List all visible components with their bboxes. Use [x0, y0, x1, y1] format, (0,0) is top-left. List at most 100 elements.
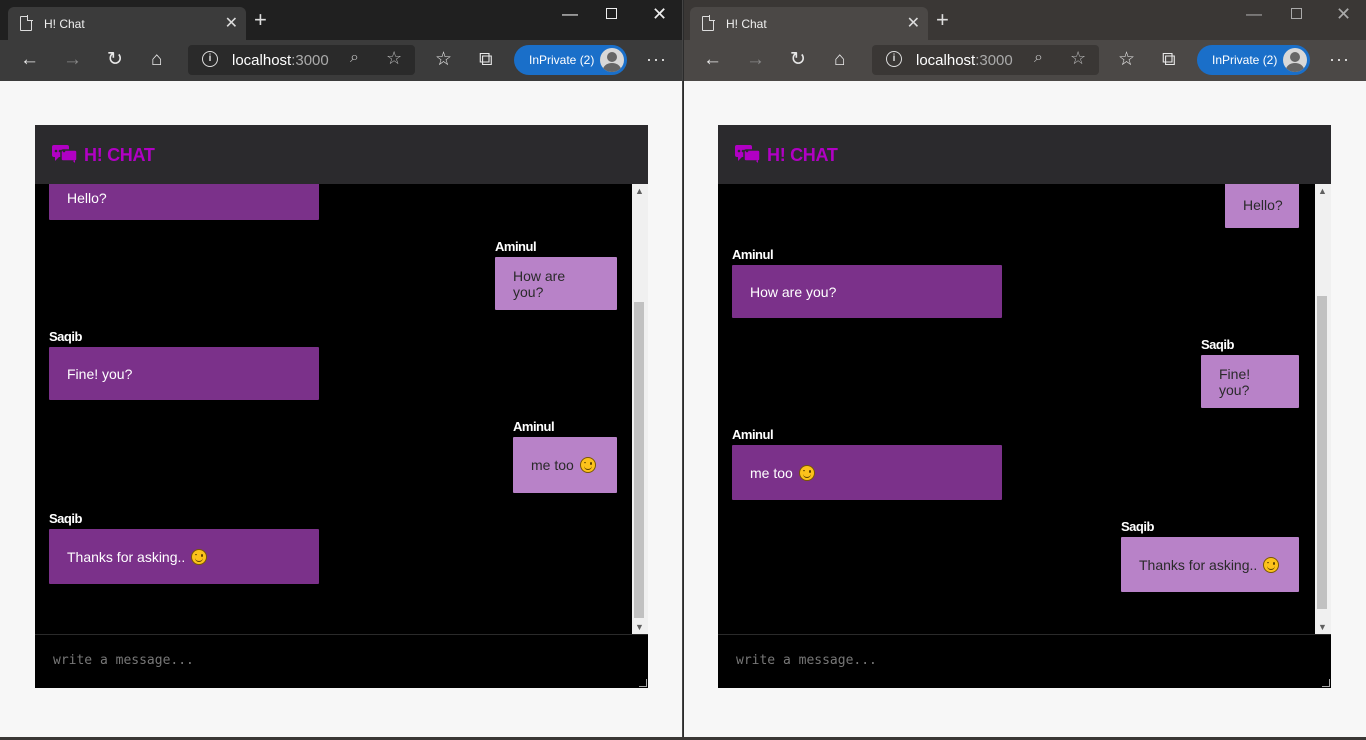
message-text: Fine! you?	[1219, 365, 1251, 398]
message-sender: Aminul	[513, 419, 555, 434]
message-sender: Saqib	[1121, 519, 1154, 534]
message-item: Aminul me too	[513, 419, 617, 493]
message-sender: Aminul	[495, 239, 537, 254]
message-item: Saqib Fine! you?	[1201, 337, 1299, 408]
refresh-icon[interactable]: ↻	[107, 49, 123, 71]
favorite-star-icon[interactable]: ☆	[1070, 48, 1086, 69]
resize-handle-icon[interactable]	[639, 679, 647, 687]
message-item: Aminul How are you?	[732, 247, 1002, 318]
resize-handle-icon[interactable]	[1322, 679, 1330, 687]
zoom-icon[interactable]: ⌕	[1034, 49, 1043, 67]
message-text: How are you?	[513, 267, 566, 300]
inprivate-label: InPrivate (2)	[529, 53, 595, 67]
scroll-up-arrow-icon[interactable]: ▲	[635, 186, 644, 196]
page-viewport: H! CHAT Hello? Aminul How are you? Saqib	[0, 81, 682, 740]
message-list[interactable]: Hello? Aminul How are you? Saqib Fine! y…	[35, 184, 648, 634]
info-icon[interactable]: i	[886, 51, 902, 67]
title-bar: H! Chat ✕ + — ✕	[684, 0, 1366, 40]
new-tab-button[interactable]: +	[936, 9, 949, 31]
message-bubble: How are you?	[732, 265, 1002, 318]
maximize-button[interactable]	[1291, 8, 1302, 19]
address-host: localhost	[232, 52, 292, 69]
message-item: Aminul me too	[732, 427, 1002, 500]
message-bubble: Thanks for asking..	[1121, 537, 1299, 592]
scroll-down-arrow-icon[interactable]: ▼	[1318, 622, 1327, 632]
more-menu-icon[interactable]: ···	[646, 48, 667, 70]
address-url: localhost:3000	[232, 52, 329, 69]
maximize-button[interactable]	[606, 8, 617, 19]
collections-icon[interactable]: ⧉	[1162, 49, 1176, 71]
message-bubble: Fine! you?	[1201, 355, 1299, 408]
inprivate-label: InPrivate (2)	[1212, 53, 1278, 67]
favorites-list-icon[interactable]: ☆	[435, 49, 452, 71]
minimize-button[interactable]: —	[562, 6, 578, 24]
info-icon[interactable]: i	[202, 51, 218, 67]
smiling-emoji-icon	[191, 548, 208, 565]
zoom-icon[interactable]: ⌕	[350, 49, 359, 67]
message-bubble: me too	[513, 437, 617, 493]
message-composer	[718, 634, 1331, 689]
new-tab-button[interactable]: +	[254, 9, 267, 31]
message-item: Saqib Thanks for asking..	[49, 511, 319, 584]
message-sender: Saqib	[1201, 337, 1234, 352]
scroll-up-arrow-icon[interactable]: ▲	[1318, 186, 1327, 196]
close-window-button[interactable]: ✕	[652, 4, 667, 25]
message-input[interactable]	[35, 635, 648, 689]
inprivate-button[interactable]: InPrivate (2)	[514, 45, 627, 75]
message-list[interactable]: Hello? Aminul How are you? Saqib Fine! y…	[718, 184, 1331, 634]
refresh-icon[interactable]: ↻	[790, 49, 806, 71]
message-sender: Saqib	[49, 329, 82, 344]
minimize-button[interactable]: —	[1246, 6, 1262, 24]
scroll-down-arrow-icon[interactable]: ▼	[635, 622, 644, 632]
scrollbar-thumb[interactable]	[634, 302, 644, 618]
message-item: Hello?	[1225, 184, 1299, 228]
scrollbar-thumb[interactable]	[1317, 296, 1327, 609]
message-item: Aminul How are you?	[495, 239, 617, 310]
back-icon[interactable]: ←	[20, 49, 39, 71]
message-text: Thanks for asking..	[1139, 556, 1258, 573]
browser-tab[interactable]: H! Chat ✕	[690, 7, 928, 40]
favorites-list-icon[interactable]: ☆	[1118, 49, 1135, 71]
tab-close-icon[interactable]: ✕	[907, 13, 920, 33]
chat-app: H! CHAT Hello? Aminul How are you? Saqib	[718, 125, 1331, 689]
message-item: Hello?	[49, 184, 319, 220]
forward-icon[interactable]: →	[746, 49, 765, 71]
message-sender: Saqib	[49, 511, 82, 526]
favorite-star-icon[interactable]: ☆	[386, 48, 402, 69]
message-text: Fine! you?	[67, 365, 133, 382]
address-url: localhost:3000	[916, 52, 1013, 69]
home-icon[interactable]: ⌂	[151, 49, 162, 71]
message-text: Hello?	[1243, 197, 1283, 213]
message-text: me too	[750, 464, 793, 481]
profile-avatar	[600, 48, 624, 72]
address-bar[interactable]: i localhost:3000 ⌕ ☆	[188, 45, 415, 75]
message-bubble: Fine! you?	[49, 347, 319, 400]
page-viewport: H! CHAT Hello? Aminul How are you? Saqib	[684, 81, 1366, 740]
inprivate-button[interactable]: InPrivate (2)	[1197, 45, 1310, 75]
address-port: :3000	[291, 52, 329, 69]
title-bar: H! Chat ✕ + — ✕	[0, 0, 682, 40]
close-window-button[interactable]: ✕	[1336, 4, 1351, 25]
profile-avatar	[1283, 48, 1307, 72]
back-icon[interactable]: ←	[703, 49, 722, 71]
browser-window-right: H! Chat ✕ + — ✕ ← → ↻ ⌂ i localhost:3000…	[684, 0, 1366, 740]
home-icon[interactable]: ⌂	[834, 49, 845, 71]
smiling-emoji-icon	[1263, 556, 1280, 573]
page-icon	[702, 15, 715, 31]
tab-title: H! Chat	[44, 17, 85, 31]
app-header: H! CHAT	[35, 125, 648, 184]
message-text: me too	[531, 457, 574, 473]
browser-tab[interactable]: H! Chat ✕	[8, 7, 246, 40]
collections-icon[interactable]: ⧉	[479, 49, 493, 71]
tab-close-icon[interactable]: ✕	[225, 13, 238, 33]
address-bar[interactable]: i localhost:3000 ⌕ ☆	[872, 45, 1099, 75]
message-input[interactable]	[718, 635, 1331, 689]
message-sender: Aminul	[732, 427, 774, 442]
page-icon	[20, 15, 33, 31]
app-title: H! CHAT	[84, 145, 155, 165]
smiling-emoji-icon	[579, 457, 596, 473]
more-menu-icon[interactable]: ···	[1329, 48, 1350, 70]
vertical-scrollbar[interactable]: ▲ ▼	[1315, 184, 1331, 634]
forward-icon[interactable]: →	[63, 49, 82, 71]
vertical-scrollbar[interactable]: ▲ ▼	[632, 184, 648, 634]
